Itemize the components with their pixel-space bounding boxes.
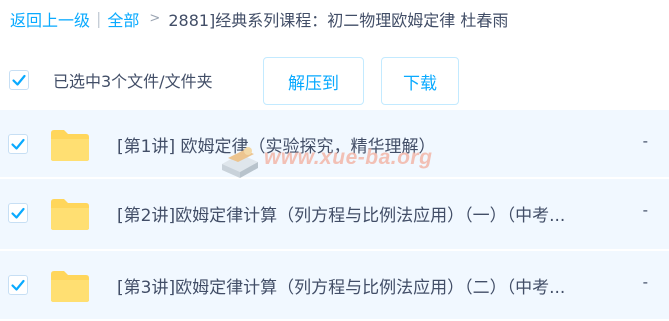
- selection-count-text: 已选中3个文件/文件夹: [53, 72, 213, 91]
- file-name[interactable]: [第2讲]欧姆定律计算（列方程与比例法应用）（一）（中考...: [117, 201, 565, 226]
- folder-icon: [51, 271, 89, 302]
- file-row[interactable]: [第3讲]欧姆定律计算（列方程与比例法应用）（二）（中考... -: [0, 251, 669, 321]
- file-name[interactable]: [第1讲] 欧姆定律（实验探究，精华理解）: [117, 132, 435, 157]
- current-folder-title: 2881]经典系列课程：初二物理欧姆定律 杜春雨: [168, 10, 509, 30]
- file-row[interactable]: [第1讲] 欧姆定律（实验探究，精华理解） -: [0, 110, 669, 179]
- folder-icon: [51, 199, 89, 230]
- breadcrumb-separator: |: [96, 9, 102, 28]
- breadcrumb: 返回上一级 | 全部 > 2881]经典系列课程：初二物理欧姆定律 杜春雨: [10, 0, 508, 37]
- row-checkbox[interactable]: [8, 275, 28, 295]
- checkmark-icon: [11, 279, 25, 291]
- file-name[interactable]: [第3讲]欧姆定律计算（列方程与比例法应用）（二）（中考...: [117, 273, 565, 298]
- back-link[interactable]: 返回上一级: [10, 7, 90, 31]
- file-size: -: [642, 132, 648, 150]
- extract-button[interactable]: 解压到: [263, 57, 364, 105]
- folder-icon: [51, 130, 89, 161]
- file-size: -: [642, 201, 648, 219]
- download-button[interactable]: 下载: [381, 57, 459, 105]
- checkmark-icon: [11, 207, 25, 219]
- all-files-link[interactable]: 全部: [107, 7, 139, 31]
- select-all-checkbox[interactable]: [9, 70, 29, 90]
- file-size: -: [642, 273, 648, 291]
- checkmark-icon: [12, 74, 26, 86]
- row-checkbox[interactable]: [8, 134, 28, 154]
- row-checkbox[interactable]: [8, 203, 28, 223]
- chevron-right-icon: >: [149, 11, 161, 26]
- selection-toolbar: 已选中3个文件/文件夹 解压到 下载: [0, 56, 669, 106]
- file-list: [第1讲] 欧姆定律（实验探究，精华理解） - [第2讲]欧姆定律计算（列方程与…: [0, 110, 669, 321]
- checkmark-icon: [11, 138, 25, 150]
- file-row[interactable]: [第2讲]欧姆定律计算（列方程与比例法应用）（一）（中考... -: [0, 179, 669, 251]
